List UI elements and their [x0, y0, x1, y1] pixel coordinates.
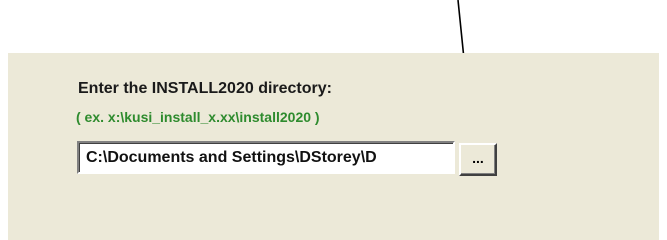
install-directory-panel: Enter the INSTALL2020 directory: ( ex. x… [8, 53, 659, 240]
example-path-hint: ( ex. x:\kusi_install_x.xx\install2020 ) [76, 109, 320, 125]
install-directory-label: Enter the INSTALL2020 directory: [78, 80, 332, 97]
browse-button[interactable]: ... [459, 143, 497, 176]
install-directory-input[interactable] [77, 141, 455, 174]
